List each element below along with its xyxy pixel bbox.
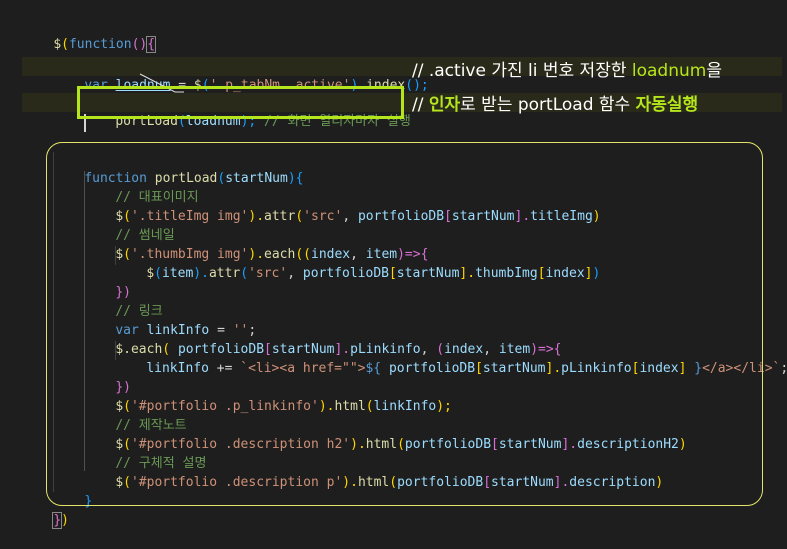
annotation-highlight: loadnum: [631, 61, 707, 81]
highlight-box-portload-function: [46, 142, 763, 506]
annotation-highlight: 인자: [428, 95, 461, 115]
annotation-text: //: [412, 95, 429, 115]
annotation-note-2: // 인자로 받는 portLoad 함수 자동실행: [412, 90, 698, 115]
annotation-highlight: 자동실행: [635, 95, 699, 115]
annotation-text: // .active 가진 li 번호 저장한: [412, 61, 632, 81]
annotation-text: 로 받는 portLoad 함수: [460, 95, 636, 115]
annotation-text: 을: [706, 61, 722, 81]
highlight-box-portload-call: [77, 86, 404, 119]
annotation-note-1: // .active 가진 li 번호 저장한 loadnum을: [412, 56, 722, 81]
